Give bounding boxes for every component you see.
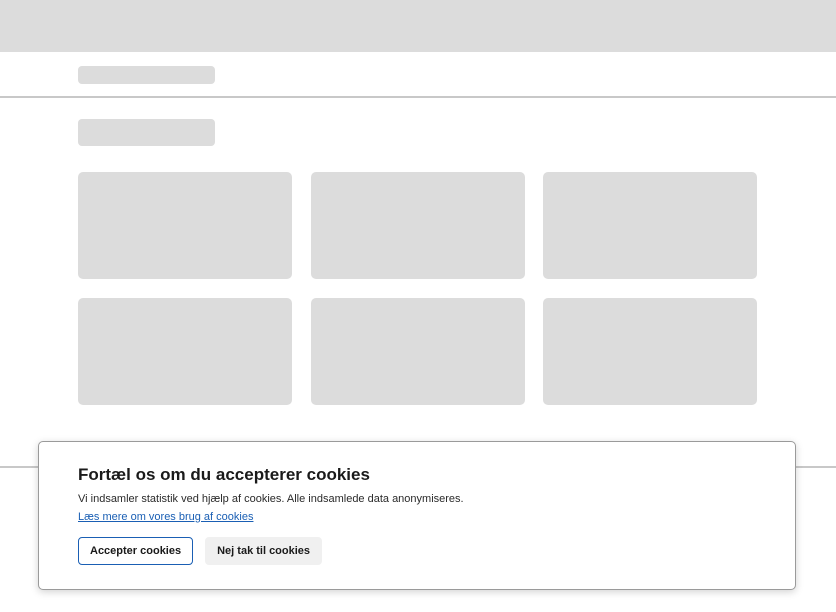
cookie-banner-actions: Accepter cookies Nej tak til cookies	[78, 537, 795, 565]
nav-placeholder	[78, 66, 215, 84]
decline-cookies-button[interactable]: Nej tak til cookies	[205, 537, 323, 565]
page: Fortæl os om du accepterer cookies Vi in…	[0, 0, 836, 612]
cookie-policy-link[interactable]: Læs mere om vores brug af cookies	[78, 510, 253, 524]
top-bar-placeholder	[0, 0, 836, 52]
heading-placeholder	[78, 119, 215, 146]
card-placeholder	[311, 298, 525, 405]
card-placeholder	[78, 172, 292, 279]
cookie-banner-title: Fortæl os om du accepterer cookies	[78, 465, 370, 484]
card-placeholder	[78, 298, 292, 405]
cookie-banner-description: Vi indsamler statistik ved hjælp af cook…	[78, 493, 464, 505]
cookie-consent-banner: Fortæl os om du accepterer cookies Vi in…	[38, 441, 796, 590]
card-placeholder	[311, 172, 525, 279]
accept-cookies-button[interactable]: Accepter cookies	[78, 537, 194, 565]
card-placeholder	[543, 298, 757, 405]
card-placeholder	[543, 172, 757, 279]
